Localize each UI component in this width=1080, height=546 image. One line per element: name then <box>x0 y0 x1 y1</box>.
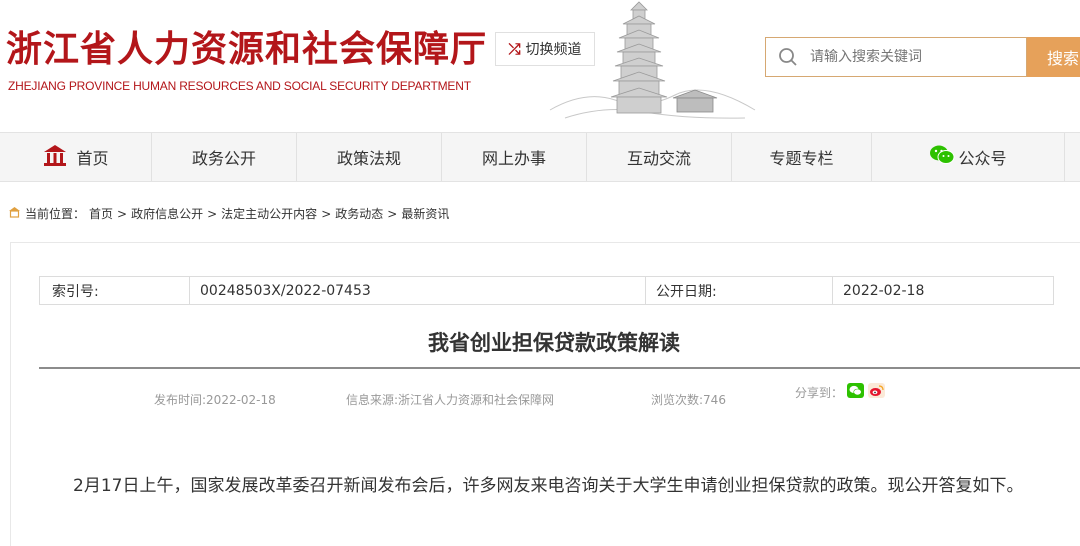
breadcrumb-link-latest[interactable]: 最新资讯 <box>401 205 449 222</box>
date-label: 公开日期: <box>646 277 833 304</box>
home-icon <box>42 143 68 171</box>
nav-label: 公众号 <box>958 149 1007 168</box>
pagoda-illustration <box>549 1 756 119</box>
search-input[interactable] <box>810 49 1010 65</box>
nav-label-home: 首页 <box>76 149 109 168</box>
site-logo-cn[interactable]: 浙江省人力资源和社会保障厅 <box>6 20 487 72</box>
site-logo-en: ZHEJIANG PROVINCE HUMAN RESOURCES AND SO… <box>8 79 471 93</box>
shuffle-icon: ⤮ <box>508 40 521 58</box>
breadcrumb: 当前位置： 首页 > 政府信息公开 > 法定主动公开内容 > 政务动态 > 最新… <box>8 205 449 222</box>
nav-label: 网上办事 <box>481 149 546 168</box>
main-nav: 首页 政务公开 政策法规 网上办事 互动交流 专题专栏 公众号 <box>0 132 1080 182</box>
share-bar: 分享到： <box>795 383 886 401</box>
nav-item-special-topics[interactable]: 专题专栏 <box>732 133 872 181</box>
breadcrumb-separator: > <box>387 206 398 221</box>
search-button[interactable]: 搜索 <box>1027 37 1080 77</box>
share-label: 分享到： <box>795 385 844 400</box>
breadcrumb-link-statutory[interactable]: 法定主动公开内容 <box>221 205 317 222</box>
nav-item-government-affairs[interactable]: 政务公开 <box>152 133 297 181</box>
title-divider <box>39 367 1080 369</box>
wechat-icon <box>929 144 955 170</box>
view-count: 浏览次数:746 <box>651 393 726 407</box>
breadcrumb-link-news[interactable]: 政务动态 <box>335 205 383 222</box>
search-icon <box>766 38 810 76</box>
article-title: 我省创业担保贷款政策解读 <box>428 331 680 355</box>
search-box[interactable] <box>765 37 1027 77</box>
wechat-share-icon[interactable] <box>847 383 865 401</box>
nav-item-home[interactable]: 首页 <box>0 133 152 181</box>
nav-label: 专题专栏 <box>769 149 834 168</box>
date-value: 2022-02-18 <box>843 282 925 299</box>
weibo-share-icon[interactable] <box>868 383 886 401</box>
breadcrumb-separator: > <box>321 206 332 221</box>
breadcrumb-label: 当前位置： <box>25 207 86 221</box>
article-container: 索引号: 00248503X/2022-07453 公开日期: 2022-02-… <box>10 242 1080 546</box>
article-body-paragraph: 2月17日上午，国家发展改革委召开新闻发布会后，许多网友来电咨询关于大学生申请创… <box>73 476 1024 496</box>
nav-label: 互动交流 <box>626 149 691 168</box>
nav-item-online-services[interactable]: 网上办事 <box>442 133 587 181</box>
publish-time: 发布时间:2022-02-18 <box>154 393 276 407</box>
index-label: 索引号: <box>40 277 190 304</box>
breadcrumb-separator: > <box>117 206 128 221</box>
nav-item-wechat-account[interactable]: 公众号 <box>872 133 1065 181</box>
nav-item-interaction[interactable]: 互动交流 <box>587 133 732 181</box>
location-icon <box>8 206 21 221</box>
site-header: 浙江省人力资源和社会保障厅 ZHEJIANG PROVINCE HUMAN RE… <box>0 0 1080 130</box>
breadcrumb-link-gov-info[interactable]: 政府信息公开 <box>131 205 203 222</box>
info-source: 信息来源:浙江省人力资源和社会保障网 <box>346 393 555 407</box>
breadcrumb-link-home[interactable]: 首页 <box>89 205 113 222</box>
index-value: 00248503X/2022-07453 <box>190 277 646 304</box>
info-table: 索引号: 00248503X/2022-07453 公开日期: 2022-02-… <box>39 276 1054 305</box>
nav-label: 政务公开 <box>191 149 256 168</box>
nav-item-policies[interactable]: 政策法规 <box>297 133 442 181</box>
nav-label: 政策法规 <box>336 149 401 168</box>
breadcrumb-separator: > <box>207 206 218 221</box>
